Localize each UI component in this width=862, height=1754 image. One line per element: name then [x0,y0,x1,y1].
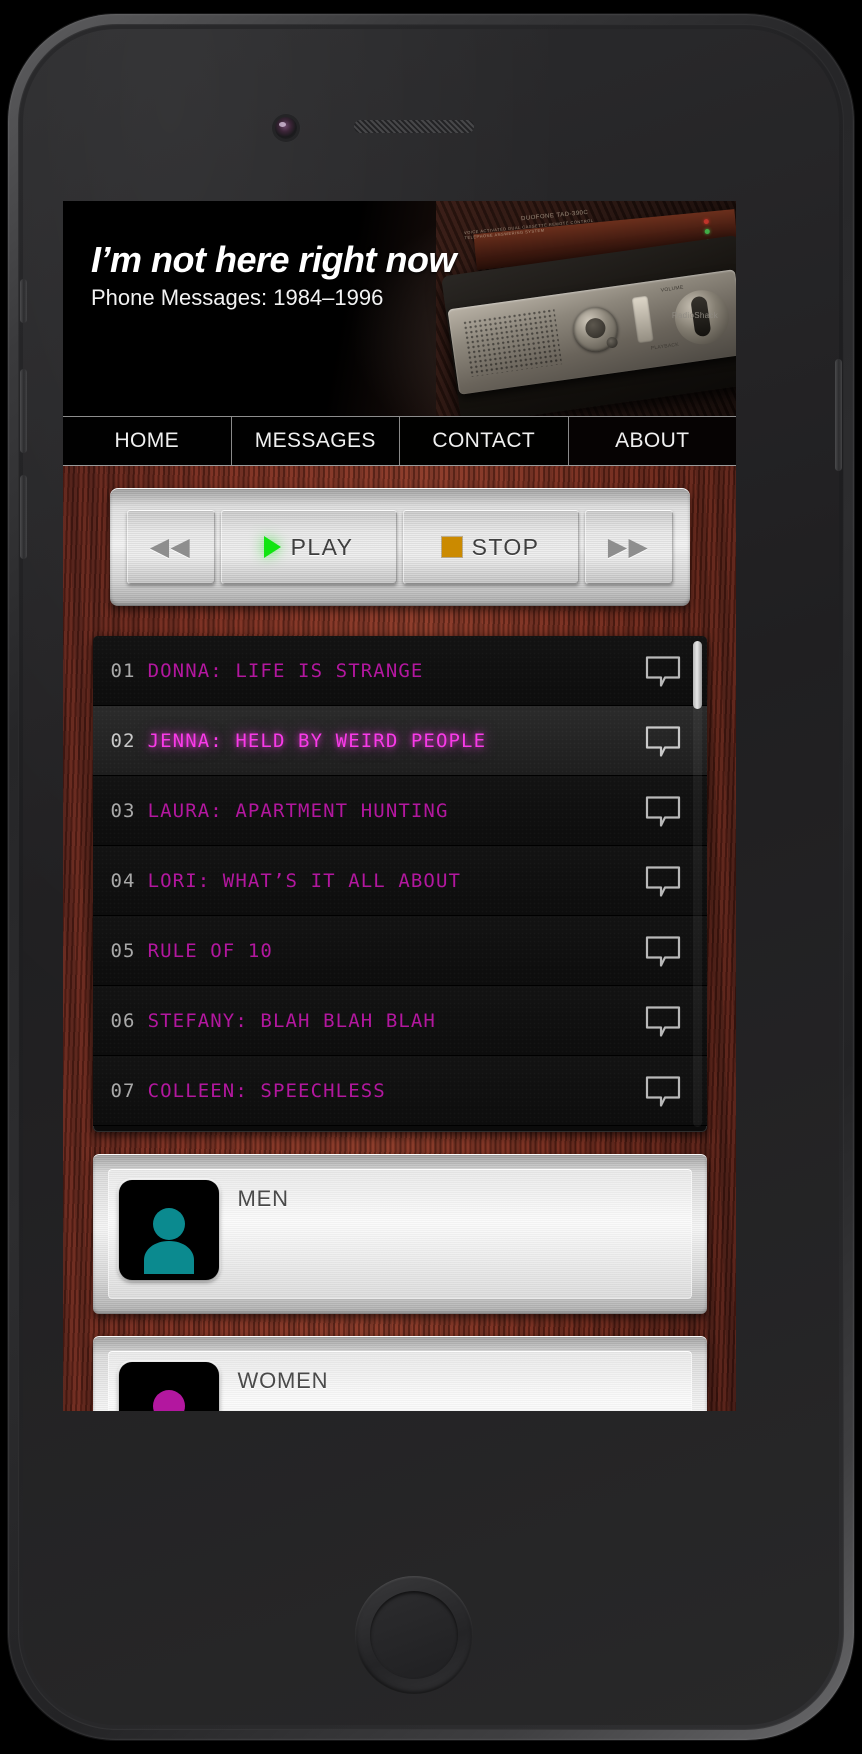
message-title: JENNA: HELD BY WEIRD PEOPLE [147,729,487,752]
home-button[interactable] [355,1576,473,1694]
header-text-block: I’m not here right now Phone Messages: 1… [91,239,457,311]
avatar-tile-women [118,1362,219,1411]
category-label-men: MEN [237,1186,289,1211]
fast-forward-button[interactable]: ▶▶ [584,510,673,584]
message-number: 03 [110,799,136,822]
phone-face: DUOFONE TAD-390C VOICE ACTIVATED DUAL CA… [20,29,842,1725]
stop-icon [441,537,462,557]
speaker-grille-icon [354,120,474,133]
nav-label-home: HOME [114,429,180,452]
hero-machine-speaker [463,308,563,377]
volume-up-button[interactable] [20,369,27,453]
hero-machine-slider [631,295,654,344]
transport-control-panel: ◀◀ PLAY STOP ▶▶ [110,488,690,606]
hero-knob-label-playback: PLAYBACK [650,341,680,352]
hero-machine-small-dial [605,336,619,349]
page-title: I’m not here right now [91,239,457,280]
nav-item-about[interactable]: ABOUT [568,417,736,465]
phone-bezel: DUOFONE TAD-390C VOICE ACTIVATED DUAL CA… [18,24,844,1730]
message-title: LORI: WHAT’S IT ALL ABOUT [147,869,462,892]
message-number: 02 [110,729,136,752]
message-row[interactable]: 01 DONNA: LIFE IS STRANGE [92,636,707,706]
message-number: 06 [110,1009,136,1032]
speech-bubble-icon[interactable] [645,934,681,967]
message-list[interactable]: 01 DONNA: LIFE IS STRANGE 02 JENNA: HELD… [92,636,707,1132]
silent-switch[interactable] [20,279,27,323]
message-row[interactable]: 06 STEFANY: BLAH BLAH BLAH [92,986,707,1056]
main-navigation: HOME MESSAGES CONTACT ABOUT [63,416,736,466]
page-body: ◀◀ PLAY STOP ▶▶ 01 DONNA: LIFE IS STRANG… [63,466,736,1411]
speech-bubble-icon[interactable] [645,724,681,757]
nav-item-contact[interactable]: CONTACT [400,417,569,465]
hero-knob-label-volume: VOLUME [660,284,684,294]
message-title: RULE OF 10 [147,939,273,962]
nav-label-messages: MESSAGES [254,429,376,452]
message-title: STEFANY: BLAH BLAH BLAH [147,1009,436,1032]
speech-bubble-icon[interactable] [645,1074,681,1107]
message-title: LAURA: APARTMENT HUNTING [147,799,449,822]
front-camera-icon [275,117,297,139]
message-row[interactable]: 03 LAURA: APARTMENT HUNTING [92,776,707,846]
message-list-scrollbar-thumb[interactable] [692,641,702,709]
stop-button-label: STOP [471,533,540,560]
message-title: COLLEEN: SPEECHLESS [147,1079,386,1102]
message-title: DONNA: LIFE IS STRANGE [147,659,424,682]
rewind-icon: ◀◀ [149,532,192,561]
message-row[interactable]: 05 RULE OF 10 [92,916,707,986]
message-row[interactable]: 04 LORI: WHAT’S IT ALL ABOUT [92,846,707,916]
category-card-women[interactable]: WOMEN [93,1336,707,1411]
message-row[interactable]: 07 COLLEEN: SPEECHLESS [92,1056,707,1126]
speech-bubble-icon[interactable] [645,864,681,897]
hero-brand-text: RadioShack [671,311,718,320]
volume-down-button[interactable] [20,475,27,559]
page-subtitle: Phone Messages: 1984–1996 [91,284,384,310]
power-button[interactable] [835,359,842,471]
message-number: 04 [110,869,136,892]
phone-device-frame: DUOFONE TAD-390C VOICE ACTIVATED DUAL CA… [8,14,854,1740]
led-record-icon [703,218,710,225]
category-card-inner: WOMEN [108,1351,692,1411]
message-list-scrollbar-track[interactable] [692,641,702,1127]
nav-label-contact: CONTACT [432,429,536,452]
avatar-tile-men [118,1180,219,1280]
speech-bubble-icon[interactable] [645,654,681,687]
camera-glint [279,122,286,127]
rewind-button[interactable]: ◀◀ [126,510,215,584]
phone-screen: DUOFONE TAD-390C VOICE ACTIVATED DUAL CA… [63,201,736,1411]
stop-button[interactable]: STOP [402,510,579,584]
site-header: DUOFONE TAD-390C VOICE ACTIVATED DUAL CA… [63,201,736,416]
nav-item-home[interactable]: HOME [63,417,232,465]
message-row[interactable]: 02 JENNA: HELD BY WEIRD PEOPLE [92,706,707,776]
play-button[interactable]: PLAY [220,510,397,584]
category-card-men[interactable]: MEN [93,1154,707,1314]
led-calls-icon [704,228,710,235]
play-icon [263,536,281,558]
message-number: 05 [110,939,136,962]
category-card-inner: MEN [108,1169,692,1299]
message-number: 07 [110,1079,136,1102]
nav-label-about: ABOUT [615,429,690,452]
person-avatar-icon [143,1208,194,1274]
speech-bubble-icon[interactable] [645,1004,681,1037]
fast-forward-icon: ▶▶ [607,532,650,561]
message-number: 01 [110,659,136,682]
person-avatar-icon [152,1390,185,1411]
speech-bubble-icon[interactable] [645,794,681,827]
play-button-label: PLAY [290,533,354,560]
nav-item-messages[interactable]: MESSAGES [231,417,400,465]
category-label-women: WOMEN [237,1368,329,1393]
